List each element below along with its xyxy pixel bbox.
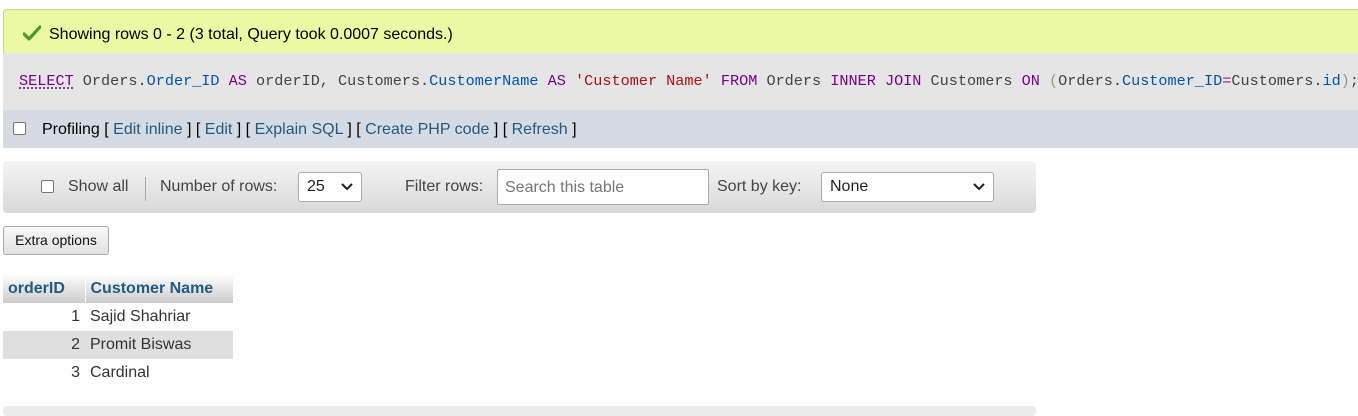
table-row[interactable]: 3 Cardinal — [3, 359, 233, 387]
sql-token: AS — [547, 72, 566, 90]
sql-token: ON — [1021, 72, 1040, 90]
sql-token: = — [1222, 72, 1232, 90]
table-row[interactable]: 2 Promit Biswas — [3, 331, 233, 359]
cell-customer-name: Cardinal — [90, 364, 150, 381]
number-of-rows-value: 25 — [307, 178, 325, 195]
profiling-label[interactable]: Profiling — [42, 121, 100, 138]
bracket-text: ] [ — [232, 121, 255, 138]
show-all-checkbox[interactable] — [41, 180, 54, 193]
column-header-orderid[interactable]: orderID — [3, 274, 86, 303]
table-navigation-bar: Show all Number of rows: 25 Filter rows:… — [3, 161, 1036, 213]
filter-rows-label: Filter rows: — [405, 178, 484, 195]
edit-link[interactable]: Edit — [205, 121, 233, 138]
sql-token: FROM — [720, 72, 758, 90]
cell-orderid: 2 — [3, 331, 85, 359]
query-actions: Profiling [ Edit inline ] [ Edit ] [ Exp… — [42, 121, 577, 139]
sql-token: Customers. — [1231, 72, 1323, 90]
sort-by-key-label: Sort by key: — [717, 178, 802, 195]
number-of-rows-select[interactable]: 25 — [298, 172, 362, 202]
sql-token: Orders — [757, 72, 831, 90]
cell-customer-name: Sajid Shahriar — [90, 308, 191, 325]
sql-token: id — [1322, 72, 1341, 90]
show-all-label[interactable]: Show all — [68, 178, 128, 196]
sql-token: AS — [228, 72, 247, 90]
results-table: orderID Customer Name 1 Sajid Shahriar 2… — [3, 274, 234, 387]
sql-query-box[interactable]: SELECT Orders.Order_ID AS orderID, Custo… — [3, 53, 1358, 110]
extra-options-button[interactable]: Extra options — [3, 226, 109, 255]
number-of-rows-label: Number of rows: — [160, 178, 278, 195]
sql-token: ; — [1350, 72, 1358, 90]
bracket-text: ] [ — [489, 121, 512, 138]
sort-by-key-select[interactable]: None — [821, 172, 994, 202]
sql-token: Order_ID — [146, 72, 220, 90]
table-header-row: orderID Customer Name — [3, 274, 234, 303]
sql-token: ) — [1340, 72, 1350, 90]
refresh-link[interactable]: Refresh — [512, 121, 568, 138]
sql-token: 'Customer Name' — [575, 72, 712, 90]
bottom-navigation-bar — [3, 406, 1036, 416]
cell-customer-name: Promit Biswas — [85, 331, 233, 359]
sort-by-key-value: None — [830, 178, 869, 195]
checkmark-icon — [23, 25, 41, 41]
success-message-bar: Showing rows 0 - 2 (3 total, Query took … — [3, 9, 1358, 54]
sql-token: Orders. — [1058, 72, 1122, 90]
sql-token: Customer_ID — [1121, 72, 1223, 90]
cell-orderid: 1 — [71, 308, 80, 325]
bracket-text: [ — [99, 121, 114, 138]
table-row[interactable]: 1 Sajid Shahriar — [3, 303, 233, 331]
profiling-checkbox[interactable] — [13, 122, 26, 135]
sql-token: Orders. — [73, 72, 147, 90]
search-input[interactable]: Search this table — [497, 169, 709, 205]
sql-token[interactable]: SELECT — [19, 72, 74, 90]
sql-token: INNER JOIN — [830, 72, 922, 90]
bracket-text: ] — [567, 121, 577, 138]
column-header-customer-name[interactable]: Customer Name — [85, 274, 234, 303]
sql-token: Customers — [921, 72, 1022, 90]
explain-sql-link[interactable]: Explain SQL — [255, 121, 343, 138]
status-message: Showing rows 0 - 2 (3 total, Query took … — [49, 26, 453, 43]
chevron-down-icon — [973, 183, 985, 191]
cell-orderid: 3 — [71, 364, 80, 381]
sql-token: ( — [1049, 72, 1059, 90]
bracket-text: ] [ — [182, 121, 205, 138]
search-placeholder: Search this table — [505, 179, 625, 196]
sql-query-text: SELECT Orders.Order_ID AS orderID, Custo… — [19, 72, 1358, 90]
edit-inline-link[interactable]: Edit inline — [113, 121, 182, 138]
sql-token: CustomerName — [429, 72, 539, 90]
sql-token: orderID, Customers. — [246, 72, 430, 90]
create-php-code-link[interactable]: Create PHP code — [365, 121, 489, 138]
chevron-down-icon — [341, 183, 353, 191]
query-actions-bar: Profiling [ Edit inline ] [ Edit ] [ Exp… — [3, 110, 1358, 148]
bracket-text: ] [ — [342, 121, 366, 138]
divider — [145, 177, 146, 201]
